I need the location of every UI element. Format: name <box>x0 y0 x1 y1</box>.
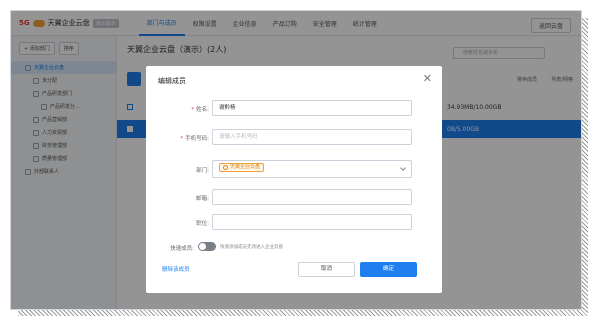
frame-shadow-right <box>582 18 588 316</box>
department-select[interactable]: 天翼企业云盘 <box>212 160 412 178</box>
frame-shadow-bottom <box>18 310 588 316</box>
department-label: 部门: <box>196 168 209 174</box>
position-label: 职位: <box>196 221 209 227</box>
name-label: * 姓名: <box>191 107 209 113</box>
dialog-title: 编辑成员 <box>158 77 186 85</box>
edit-member-dialog: 编辑成员 ✕ * 姓名: 谢黔杨 * 手机号码: 请输入手机号码 部门: 天翼企业云… <box>146 66 442 293</box>
chevron-down-icon <box>400 165 406 171</box>
close-icon[interactable]: ✕ <box>423 72 432 85</box>
department-tag-label: 天翼企业云盘 <box>230 164 261 170</box>
cancel-button[interactable]: 取消 <box>298 262 355 277</box>
phone-label: * 手机号码: <box>180 136 209 142</box>
phone-field[interactable]: 请输入手机号码 <box>212 129 412 145</box>
email-label: 邮箱: <box>196 196 209 202</box>
name-field[interactable]: 谢黔杨 <box>212 100 412 116</box>
quick-member-toggle[interactable] <box>198 242 216 251</box>
confirm-button[interactable]: 确定 <box>360 262 417 277</box>
quick-member-label: 快速成员: <box>170 246 194 252</box>
quick-member-description: 快速添加成员无须进入企业云盘 <box>220 245 283 250</box>
email-field[interactable] <box>212 189 412 205</box>
department-tag: 天翼企业云盘 <box>219 163 265 172</box>
delete-member-link[interactable]: 删除该成员 <box>162 265 190 273</box>
toggle-knob <box>199 243 206 250</box>
position-field[interactable] <box>212 214 412 230</box>
org-icon <box>223 165 228 170</box>
